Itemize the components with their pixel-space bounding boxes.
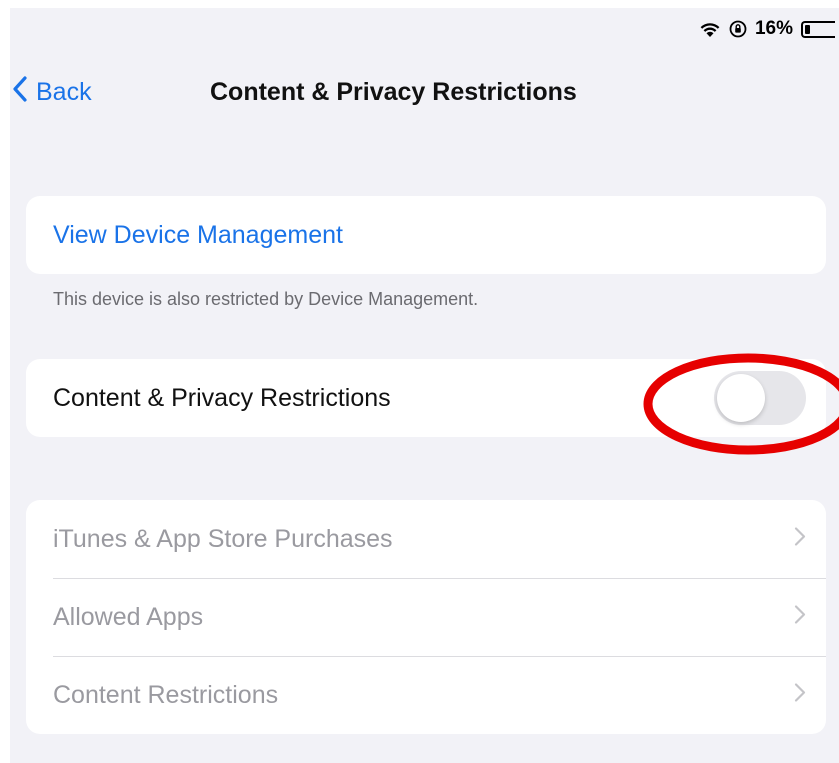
- battery-icon: [801, 20, 835, 38]
- restrictions-toggle-switch[interactable]: [714, 371, 806, 425]
- menu-item-label: iTunes & App Store Purchases: [53, 524, 393, 553]
- status-bar: 16%: [699, 16, 839, 42]
- restrictions-toggle-group: Content & Privacy Restrictions: [26, 359, 826, 437]
- menu-item-itunes-app-store-purchases[interactable]: iTunes & App Store Purchases: [26, 500, 826, 578]
- back-button[interactable]: Back: [12, 72, 92, 112]
- battery-percent: 16%: [754, 18, 793, 39]
- device-management-footer: This device is also restricted by Device…: [53, 289, 479, 309]
- restrictions-menu-group: iTunes & App Store Purchases Allowed App…: [26, 500, 826, 734]
- device-management-group: View Device Management: [26, 196, 826, 274]
- settings-screen: 16% Back Content & Privacy Restrictions …: [10, 8, 839, 763]
- orientation-lock-icon: [729, 20, 747, 38]
- menu-item-label: Content Restrictions: [53, 680, 279, 709]
- menu-item-allowed-apps[interactable]: Allowed Apps: [26, 578, 826, 656]
- restrictions-toggle-label: Content & Privacy Restrictions: [53, 383, 391, 412]
- chevron-right-icon: [794, 603, 806, 632]
- page-title: Content & Privacy Restrictions: [210, 78, 577, 106]
- toggle-knob: [717, 374, 765, 422]
- chevron-right-icon: [794, 525, 806, 554]
- chevron-right-icon: [794, 681, 806, 710]
- chevron-left-icon: [12, 75, 28, 110]
- back-label: Back: [36, 77, 92, 106]
- restrictions-toggle-row: Content & Privacy Restrictions: [26, 359, 826, 437]
- menu-item-content-restrictions[interactable]: Content Restrictions: [26, 656, 826, 734]
- menu-item-label: Allowed Apps: [53, 602, 204, 631]
- wifi-icon: [699, 21, 721, 38]
- view-device-management-link[interactable]: View Device Management: [26, 196, 826, 274]
- navigation-bar: Back Content & Privacy Restrictions: [10, 72, 839, 112]
- view-device-management-label: View Device Management: [53, 220, 343, 249]
